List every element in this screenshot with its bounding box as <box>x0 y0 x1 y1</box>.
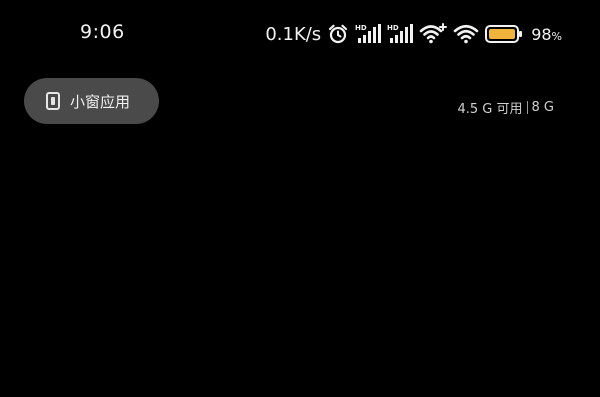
wifi-plus-icon <box>419 23 448 45</box>
battery-icon <box>485 23 523 45</box>
battery-level <box>489 29 516 39</box>
recents-screen: 9:06 0.1K/s HD HD 98% 小窗应用 4.5 G 可用 8 G <box>0 0 600 397</box>
status-time: 9:06 <box>80 21 125 43</box>
memory-available: 4.5 G 可用 <box>457 102 523 117</box>
alarm-icon <box>327 23 349 45</box>
svg-text:HD: HD <box>355 24 367 32</box>
memory-divider <box>526 101 528 114</box>
signal-hd-icon: HD <box>387 23 414 45</box>
svg-text:HD: HD <box>387 24 399 32</box>
memory-info: 4.5 G 可用 8 G <box>458 98 555 117</box>
signal-hd-icon: HD <box>355 23 382 45</box>
small-window-apps-button[interactable]: 小窗应用 <box>24 78 159 124</box>
memory-total: 8 G <box>531 100 554 115</box>
wifi-icon <box>453 23 479 45</box>
network-speed: 0.1K/s <box>265 23 322 45</box>
status-bar: 9:06 0.1K/s HD HD 98% <box>0 18 600 50</box>
status-icons: 0.1K/s HD HD 98% <box>265 20 562 48</box>
small-window-label: 小窗应用 <box>70 92 131 111</box>
small-window-icon <box>46 92 60 110</box>
battery-percent: 98% <box>531 24 562 44</box>
